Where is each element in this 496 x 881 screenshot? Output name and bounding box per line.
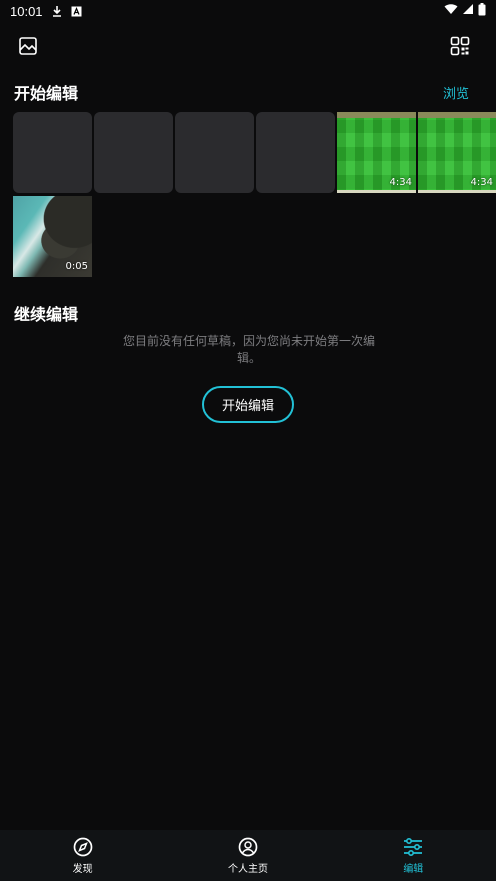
sliders-icon	[402, 836, 424, 858]
nav-label-edit: 编辑	[403, 864, 424, 875]
media-thumbnail[interactable]	[13, 112, 92, 193]
continue-section-title: 继续编辑	[14, 305, 79, 324]
start-editing-button[interactable]: 开始编辑	[202, 386, 294, 423]
compass-icon	[72, 836, 94, 858]
status-time: 10:01	[10, 3, 43, 19]
battery-icon	[478, 2, 486, 20]
media-thumbnail[interactable]: 0:05	[13, 196, 92, 277]
media-thumbnail[interactable]: 4:34	[337, 112, 416, 193]
bottom-navigation: 发现 个人主页 编辑	[0, 830, 496, 881]
a-badge-icon	[71, 5, 83, 17]
gallery-icon[interactable]	[17, 35, 39, 57]
status-bar: 10:01	[0, 0, 496, 22]
media-thumbnail-grid: 4:34 4:34 0:05	[13, 112, 496, 277]
nav-label-discover: 发现	[72, 864, 93, 875]
empty-drafts-message: 您目前没有任何草稿，因为您尚未开始第一次编辑。	[122, 334, 375, 365]
media-thumbnail[interactable]: 4:34	[418, 112, 496, 193]
nav-item-edit[interactable]: 编辑	[331, 830, 496, 881]
browse-link[interactable]: 浏览	[443, 83, 469, 102]
media-thumbnail[interactable]	[175, 112, 254, 193]
signal-icon	[462, 3, 474, 19]
wifi-icon	[444, 3, 458, 19]
video-duration: 0:05	[65, 261, 88, 272]
download-icon	[51, 5, 63, 17]
start-section-title: 开始编辑	[14, 84, 79, 103]
nav-item-profile[interactable]: 个人主页	[165, 830, 330, 881]
profile-icon	[237, 836, 259, 858]
video-duration: 4:34	[389, 177, 412, 188]
media-thumbnail[interactable]	[94, 112, 173, 193]
qr-scan-icon[interactable]	[449, 35, 471, 57]
top-toolbar	[0, 30, 496, 62]
video-duration: 4:34	[470, 177, 493, 188]
media-thumbnail[interactable]	[256, 112, 335, 193]
nav-label-profile: 个人主页	[227, 864, 268, 875]
nav-item-discover[interactable]: 发现	[0, 830, 165, 881]
